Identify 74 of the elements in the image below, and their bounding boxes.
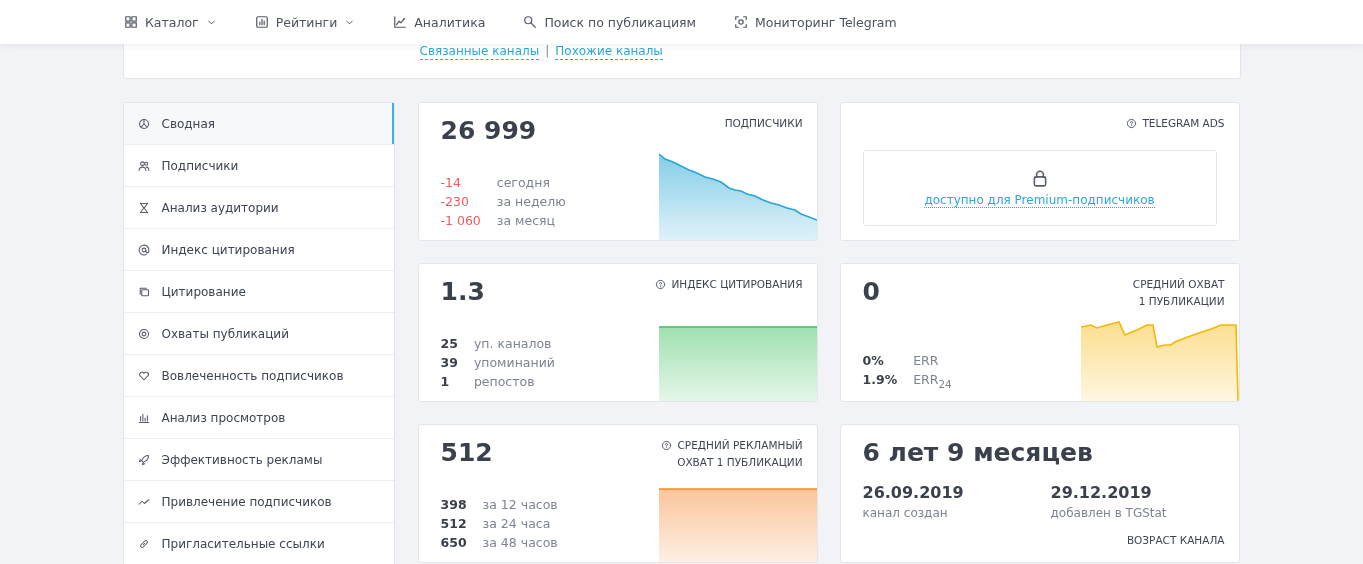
sidebar-item[interactable]: Охваты публикаций [123, 313, 394, 355]
stat-label: ERR$_{24}$ [913, 371, 953, 389]
link-icon [137, 537, 150, 550]
line-chart-icon [393, 15, 408, 29]
bar-chart-icon [254, 15, 269, 29]
stat-number: 398 [440, 497, 467, 512]
nav-item[interactable]: Поиск по публикациям [523, 14, 696, 30]
date-value: 26.09.2019 [862, 483, 965, 502]
stat-number: 1 [440, 374, 451, 389]
scan-icon [734, 15, 748, 29]
hourglass-icon [137, 201, 150, 214]
at-icon [137, 243, 150, 256]
stat-value: 26 999 [440, 115, 537, 147]
sidebar-item[interactable]: Анализ просмотров [123, 397, 394, 439]
stat-value: 512 [440, 437, 493, 469]
stat-number: -14 [440, 175, 462, 190]
rocket-icon [137, 453, 150, 466]
stat-label: репостов [473, 374, 536, 389]
stat-number: -1 060 [440, 213, 481, 228]
card-title: ОХВАТ 1 ПУБЛИКАЦИИ [677, 455, 803, 470]
card-title: ПОДПИСЧИКИ [724, 116, 803, 131]
sidebar-item[interactable]: Эффективность рекламы [123, 439, 394, 481]
eye-icon [137, 327, 150, 340]
sidebar-item[interactable]: Привлечение подписчиков [123, 481, 394, 523]
stat-number: 1.9% [862, 371, 898, 389]
sidebar-item[interactable]: Пригласительные ссылки [123, 523, 394, 564]
card-title: ИНДЕКС ЦИТИРОВАНИЯ [671, 277, 803, 292]
stat-number: 0% [862, 352, 885, 368]
sidebar-item[interactable]: Сводная [123, 103, 394, 145]
bar-chart-icon [137, 411, 150, 424]
help-icon [655, 279, 667, 290]
stat-number: 650 [440, 535, 467, 550]
nav-item[interactable]: Каталог [124, 14, 217, 30]
stat-label: упоминаний [473, 355, 556, 370]
stat-number: 512 [440, 516, 467, 531]
card-title: СРЕДНИЙ ОХВАТ [1132, 277, 1225, 292]
stat-label: за месяц [496, 213, 557, 228]
stat-value: 6 лет 9 месяцев [862, 437, 1093, 469]
card-title: СРЕДНИЙ РЕКЛАМНЫЙ [677, 438, 803, 453]
stat-number: 39 [440, 355, 458, 370]
stat-label: за 12 часов [482, 497, 559, 512]
people-icon [137, 159, 150, 172]
date-label: канал создан [862, 506, 949, 520]
help-icon [1126, 118, 1138, 129]
card-title: TELEGRAM ADS [1142, 116, 1225, 131]
nav-item[interactable]: Мониторинг Telegram [734, 14, 897, 30]
heart-icon [137, 369, 150, 382]
card-title: ВОЗРАСТ КАНАЛА [1126, 534, 1225, 546]
date-label: добавлен в TGStat [1050, 506, 1168, 520]
stat-label: сегодня [496, 175, 551, 190]
stat-label: за 48 часов [482, 535, 559, 550]
nav-item[interactable]: Аналитика [393, 14, 486, 30]
card-title: 1 ПУБЛИКАЦИИ [1137, 294, 1225, 309]
stat-value: 1.3 [440, 276, 485, 308]
grid-icon [124, 15, 138, 29]
stat-label: за 24 часа [482, 516, 552, 531]
nav-item[interactable]: Рейтинги [254, 14, 356, 30]
stat-value: 0 [862, 276, 880, 308]
stat-label: за неделю [496, 194, 567, 209]
stat-number: -230 [440, 194, 470, 209]
help-icon [661, 440, 673, 451]
search-icon [523, 15, 538, 29]
stat-label: ERR [913, 352, 940, 368]
pie-icon [137, 117, 150, 130]
sidebar-item[interactable]: Индекс цитирования [123, 229, 394, 271]
stat-label: уп. каналов [473, 336, 553, 351]
sidebar-item[interactable]: Вовлеченность подписчиков [123, 355, 394, 397]
stat-number: 25 [440, 336, 458, 351]
copy-icon [137, 285, 150, 298]
sidebar-item[interactable]: Подписчики [123, 145, 394, 187]
date-value: 29.12.2019 [1050, 483, 1153, 502]
sidebar-item[interactable]: Цитирование [123, 271, 394, 313]
sidebar-item[interactable]: Анализ аудитории [123, 187, 394, 229]
link-separator: | [545, 44, 550, 59]
